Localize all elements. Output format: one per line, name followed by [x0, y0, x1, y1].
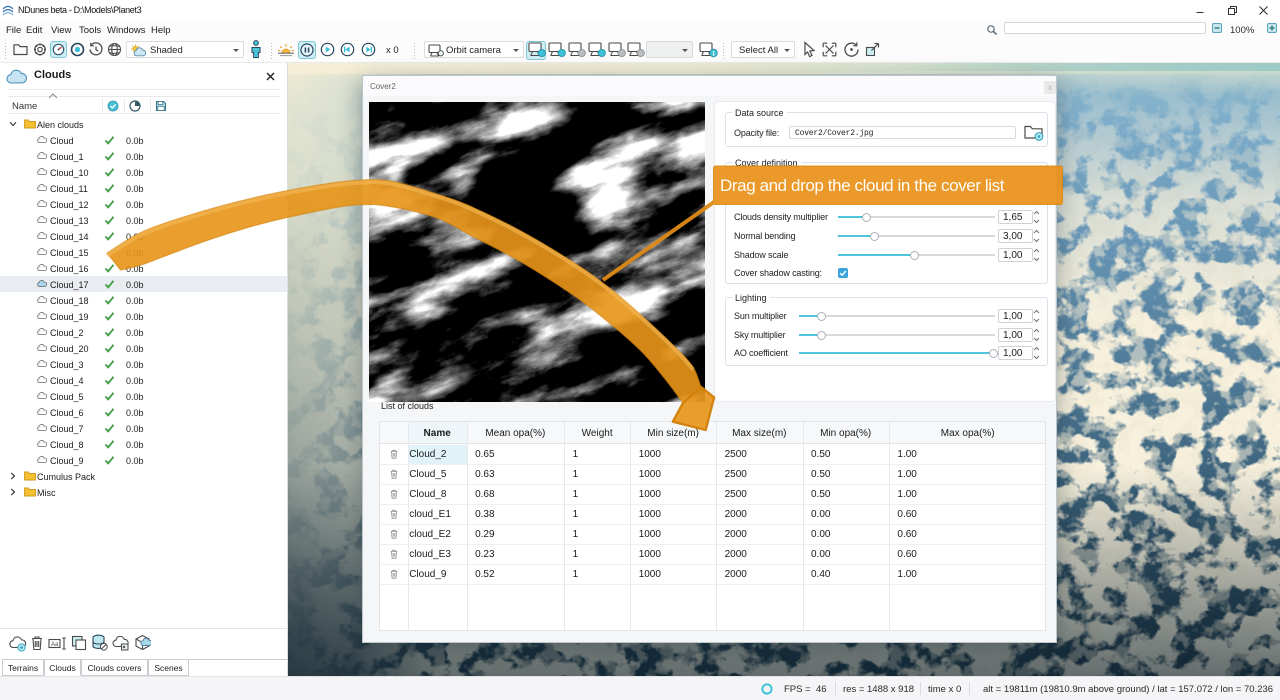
svg-text:Aa: Aa: [51, 642, 59, 648]
